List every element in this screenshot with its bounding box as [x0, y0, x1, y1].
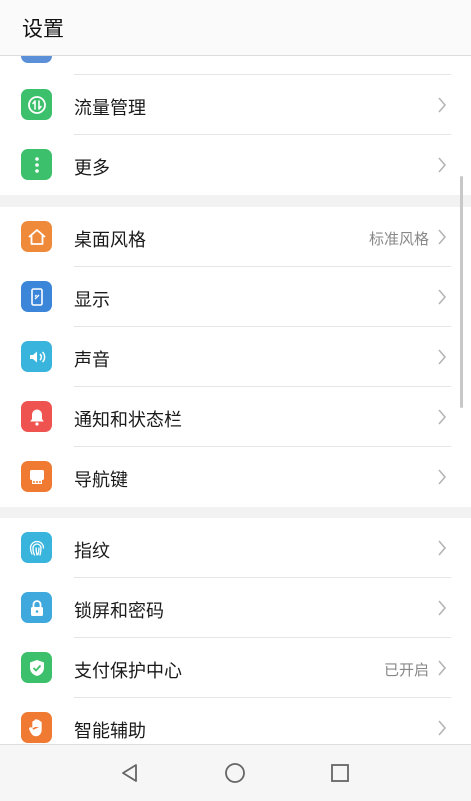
settings-item-label: 智能辅助: [74, 721, 146, 742]
settings-item-label: 更多: [74, 158, 110, 179]
display-icon: [21, 281, 52, 312]
settings-item-data-usage[interactable]: 流量管理: [0, 75, 471, 135]
settings-list[interactable]: 流量管理 更多 桌面风格 标准风格 显示 声音 通知和状态栏 导航键 指纹 锁屏…: [0, 56, 471, 744]
settings-item-label: 声音: [74, 350, 110, 371]
chevron-right-icon: [438, 157, 447, 173]
chevron-right-icon: [438, 720, 447, 736]
home-style-icon: [21, 221, 52, 252]
settings-group-display: 桌面风格 标准风格 显示 声音 通知和状态栏 导航键: [0, 207, 471, 507]
back-icon[interactable]: [118, 761, 142, 785]
clipped-icon: [21, 56, 52, 63]
settings-item-label: 流量管理: [74, 98, 146, 119]
settings-item-sound[interactable]: 声音: [0, 327, 471, 387]
nav-key-icon: [21, 461, 52, 492]
recents-icon[interactable]: [328, 761, 352, 785]
chevron-right-icon: [438, 289, 447, 305]
settings-group-0-top: [0, 56, 471, 75]
settings-item-display[interactable]: 显示: [0, 267, 471, 327]
scrollbar[interactable]: [460, 176, 463, 408]
settings-item-lock-password[interactable]: 锁屏和密码: [0, 578, 471, 638]
more-icon: [21, 149, 52, 180]
chevron-right-icon: [438, 469, 447, 485]
data-usage-icon: [21, 89, 52, 120]
settings-item-value: 标准风格: [368, 230, 429, 248]
home-icon[interactable]: [223, 761, 247, 785]
hand-icon: [21, 712, 52, 743]
settings-group-security: 指纹 锁屏和密码 支付保护中心 已开启 智能辅助: [0, 518, 471, 744]
app-header: 设置: [0, 0, 471, 56]
shield-check-icon: [21, 652, 52, 683]
page-title: 设置: [22, 17, 64, 41]
fingerprint-icon: [21, 532, 52, 563]
settings-item-label: 导航键: [74, 470, 128, 491]
settings-item-notification[interactable]: 通知和状态栏: [0, 387, 471, 447]
settings-item-label: 支付保护中心: [74, 661, 182, 682]
chevron-right-icon: [438, 660, 447, 676]
settings-group-network: 流量管理 更多: [0, 75, 471, 195]
settings-item-label: 锁屏和密码: [74, 601, 164, 622]
settings-item-value: 已开启: [383, 661, 429, 679]
sound-icon: [21, 341, 52, 372]
chevron-right-icon: [438, 349, 447, 365]
chevron-right-icon: [438, 229, 447, 245]
chevron-right-icon: [438, 97, 447, 113]
settings-item-payment-protection[interactable]: 支付保护中心 已开启: [0, 638, 471, 698]
settings-item-label: 桌面风格: [74, 230, 146, 251]
settings-item-fingerprint[interactable]: 指纹: [0, 518, 471, 578]
settings-item-label: 显示: [74, 290, 110, 311]
lock-icon: [21, 592, 52, 623]
chevron-right-icon: [438, 540, 447, 556]
settings-item-home-style[interactable]: 桌面风格 标准风格: [0, 207, 471, 267]
settings-item-label: 指纹: [74, 541, 110, 562]
settings-item-smart-assist[interactable]: 智能辅助: [0, 698, 471, 744]
settings-item-nav-key[interactable]: 导航键: [0, 447, 471, 507]
settings-item-label: 通知和状态栏: [74, 410, 182, 431]
system-nav-bar: [0, 744, 471, 801]
settings-item-more[interactable]: 更多: [0, 135, 471, 195]
chevron-right-icon: [438, 409, 447, 425]
chevron-right-icon: [438, 600, 447, 616]
notification-icon: [21, 401, 52, 432]
